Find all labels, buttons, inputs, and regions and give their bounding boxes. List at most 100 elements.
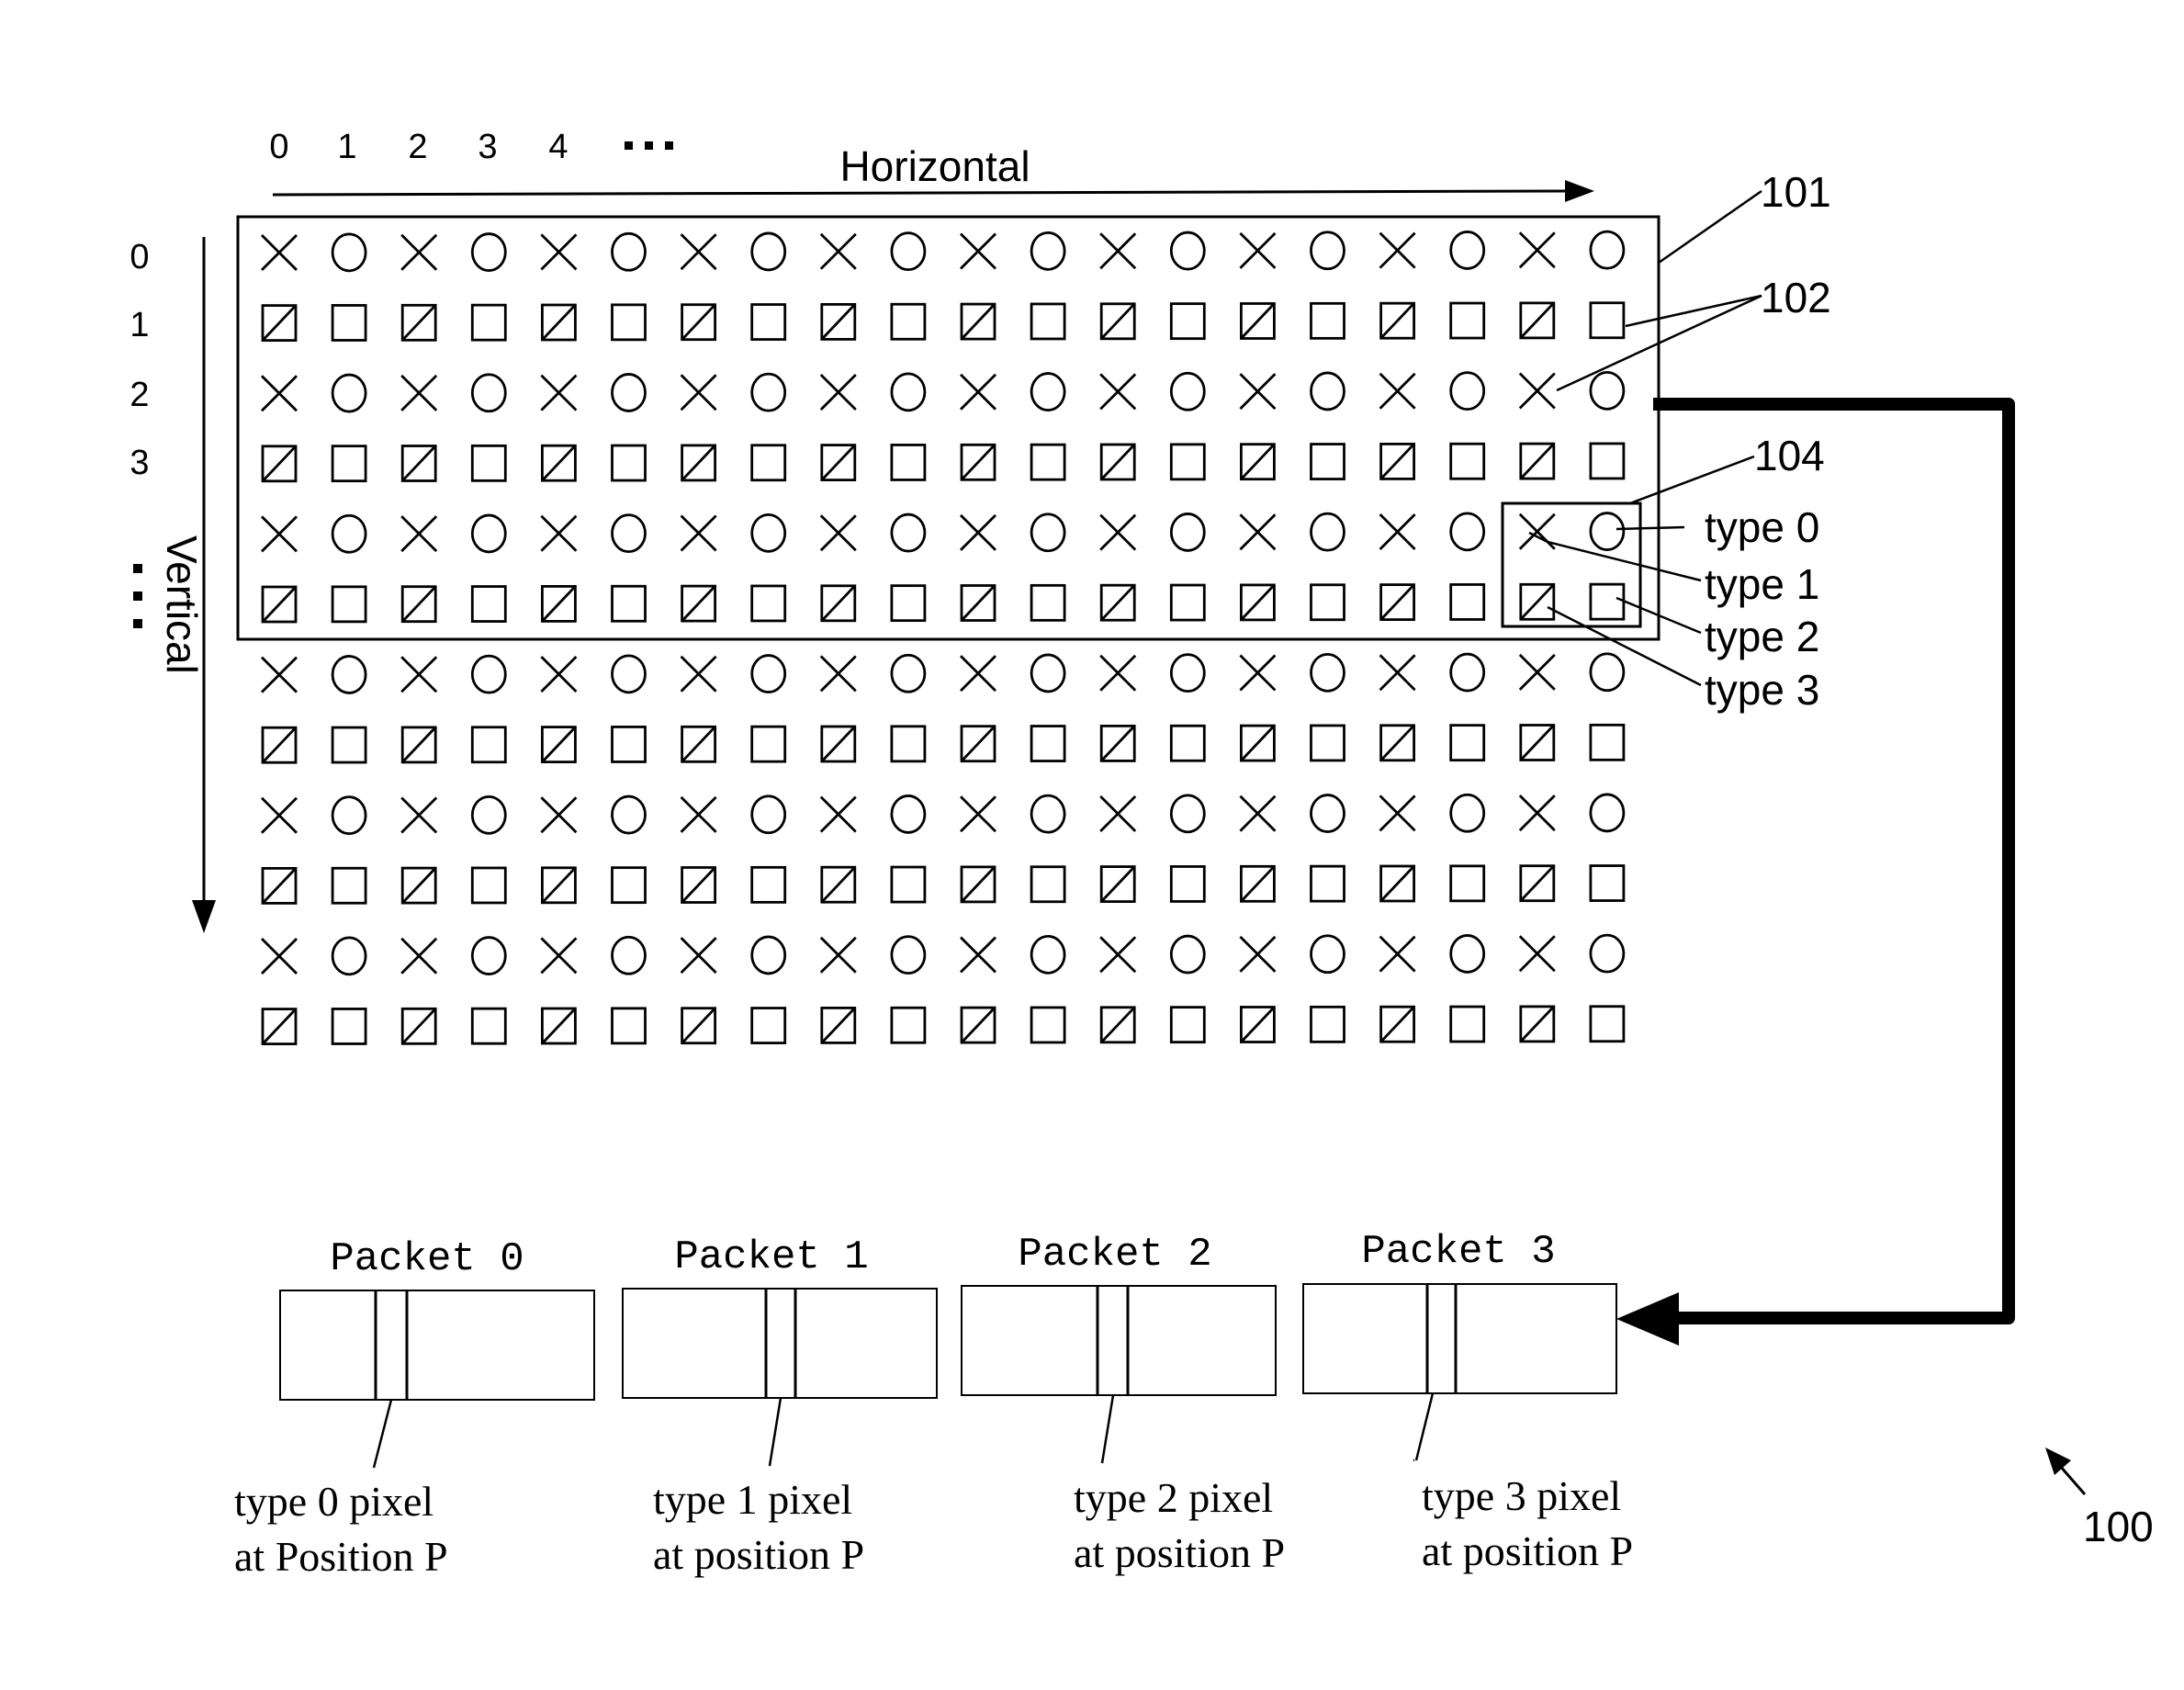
pixel-x <box>540 374 578 411</box>
pixel-square <box>1169 302 1206 341</box>
pixel-o <box>1310 934 1345 975</box>
pixel-slash-square <box>1519 724 1556 761</box>
type-legend: type 0 type 1 type 2 type 3 <box>1528 503 1819 714</box>
pixel-o <box>1449 652 1486 693</box>
pixel-x <box>1379 935 1416 973</box>
pixel-slash-square <box>1240 583 1276 622</box>
pixel-square <box>1449 583 1486 621</box>
pixel-slash-square <box>1099 443 1136 481</box>
pixel-o <box>611 373 647 412</box>
pixel-x <box>1239 935 1277 973</box>
pixel-slash-square <box>1379 583 1415 621</box>
pixel-x <box>960 373 996 411</box>
pixel-square <box>470 585 507 623</box>
pixel-slash-square <box>400 303 437 342</box>
pixel-square <box>1030 1006 1066 1044</box>
pixel-square <box>1589 864 1626 902</box>
pixel-o <box>1589 512 1626 551</box>
pixel-slash-square <box>1379 442 1415 480</box>
pixel-slash-square <box>261 304 298 343</box>
pixel-x <box>680 374 717 411</box>
pixel-o <box>1310 231 1345 271</box>
column-label: 3 <box>478 128 497 166</box>
pixel-square <box>1169 443 1206 481</box>
legend-type-1: type 1 <box>1705 560 1819 608</box>
pixel-o <box>1310 794 1345 833</box>
pixel-x <box>680 937 717 975</box>
pixel-o <box>1169 231 1206 271</box>
pixel-x <box>400 374 438 411</box>
pixel-square <box>750 303 787 341</box>
pixel-x <box>1239 373 1277 411</box>
pixel-square <box>1030 302 1066 341</box>
pixel-x <box>261 234 298 271</box>
pixel-o <box>1310 371 1345 411</box>
pixel-o <box>611 794 647 835</box>
pixel-o <box>750 231 787 272</box>
packet-title: Packet 1 <box>674 1234 868 1280</box>
pixel-o <box>1449 934 1486 974</box>
pixel-slash-square <box>541 726 577 763</box>
leader-line-101 <box>1658 189 1762 265</box>
pixel-x <box>1239 794 1277 832</box>
column-labels: 0 1 2 3 4 <box>269 128 673 166</box>
pixel-slash-square <box>1519 864 1556 903</box>
pixel-x <box>1099 373 1137 411</box>
pixel-square <box>470 1007 507 1045</box>
pixel-x <box>540 937 578 975</box>
pixel-x <box>819 514 857 552</box>
pixel-o <box>890 231 927 272</box>
pixel-slash-square <box>1519 442 1556 480</box>
pixel-slash-square <box>1240 443 1276 481</box>
pixel-square <box>1310 583 1345 622</box>
pixel-square <box>1449 301 1486 340</box>
pixel-slash-square <box>261 585 298 624</box>
figure-number: 100 <box>2083 1503 2154 1550</box>
pixel-slash-square <box>400 585 437 624</box>
pixel-slash-square <box>541 444 577 482</box>
pixel-slash-square <box>960 443 996 481</box>
pixel-o <box>1030 794 1066 834</box>
pixel-slash-square <box>681 303 716 342</box>
pixel-square <box>1169 1006 1206 1044</box>
pixel-packet-diagram: 0 1 2 3 4 Horizontal 0 1 2 3 Vertical 10… <box>129 128 2154 1580</box>
legend-type-0: type 0 <box>1705 503 1819 551</box>
pixel-o <box>1030 653 1066 693</box>
pixel-slash-square <box>1379 864 1415 903</box>
pixel-square <box>1030 583 1066 622</box>
pixel-square <box>611 1007 647 1045</box>
pixel-slash-square <box>1240 864 1276 903</box>
pixel-x <box>540 656 578 693</box>
pixel-o <box>1169 934 1206 975</box>
pixel-x <box>261 796 298 834</box>
pixel-square <box>1589 442 1626 480</box>
pixel-slash-square <box>261 1008 298 1045</box>
pixel-square <box>331 304 367 342</box>
pixel-square <box>1030 443 1066 481</box>
pixel-x <box>540 233 578 271</box>
pixel-slash-square <box>1379 301 1415 340</box>
pixel-slash-square <box>400 726 437 764</box>
pixel-slash-square <box>960 865 996 904</box>
pixel-o <box>331 513 367 554</box>
pixel-x <box>1518 653 1556 691</box>
pixel-x <box>819 655 857 693</box>
pixel-square <box>1169 583 1206 622</box>
pixel-x <box>261 375 298 412</box>
pixel-x <box>400 656 438 693</box>
packet-caption: type 3 pixel <box>1422 1472 1621 1519</box>
pixel-o <box>1589 230 1626 270</box>
column-label: 1 <box>337 128 356 166</box>
pixel-square <box>1449 442 1486 480</box>
packet-caption: at position P <box>653 1531 864 1578</box>
legend-type-3: type 3 <box>1705 666 1819 714</box>
pixel-x <box>540 796 578 834</box>
pixel-o <box>1030 513 1066 553</box>
pixel-square <box>890 302 927 341</box>
pixel-slash-square <box>1099 865 1136 903</box>
pixel-square <box>1310 443 1345 480</box>
pixel-slash-square <box>681 725 716 763</box>
packet-title: Packet 0 <box>330 1236 523 1282</box>
pixel-square <box>1589 1005 1626 1043</box>
arrowhead-left-icon <box>1616 1292 1679 1346</box>
